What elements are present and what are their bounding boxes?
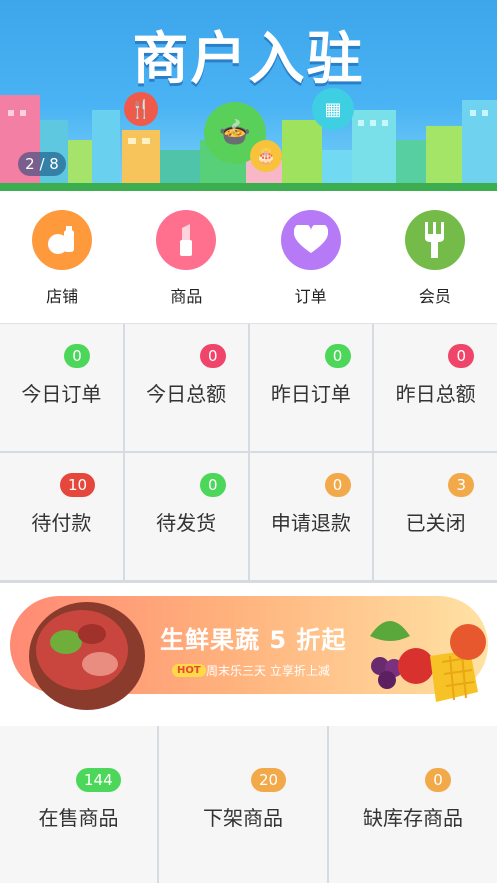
stat-label: 今日订单 — [21, 382, 102, 406]
stat-label: 昨日订单 — [270, 382, 351, 406]
goods-label: 下架商品 — [203, 806, 283, 830]
stat-label: 今日总额 — [146, 382, 227, 406]
promo-banner[interactable]: 生鲜果蔬 5 折起 HOT 周末乐三天 立享折上减 — [0, 584, 497, 726]
order-label: 申请退款 — [270, 511, 351, 535]
promo-subtitle: 周末乐三天 立享折上减 — [206, 664, 330, 678]
cutlery-pin-icon: 🍴 — [124, 92, 158, 126]
lipstick-icon — [156, 210, 217, 270]
goods-grid: 144 在售商品 20 下架商品 0 缺库存商品 — [0, 726, 497, 883]
goods-off-shelf[interactable]: 20 下架商品 — [159, 726, 327, 883]
count-badge: 144 — [76, 768, 121, 792]
quick-item-label: 商品 — [170, 287, 203, 306]
goods-out-of-stock[interactable]: 0 缺库存商品 — [329, 726, 497, 883]
order-refund-request[interactable]: 0 申请退款 — [249, 453, 373, 580]
quick-menu: 店铺 商品 订单 会员 — [0, 191, 497, 324]
quick-item-orders[interactable]: 订单 — [249, 191, 373, 323]
hero-banner[interactable]: 商户入驻 🍴 🍲 🎂 ▦ 2 / 8 — [0, 0, 497, 191]
count-badge: 0 — [425, 768, 451, 792]
banner-page-indicator: 2 / 8 — [18, 152, 66, 176]
count-badge: 20 — [251, 768, 287, 792]
building-pin-icon: ▦ — [312, 88, 354, 130]
stat-today-total[interactable]: 0 今日总额 — [124, 324, 248, 451]
hot-tag: HOT — [172, 664, 206, 677]
banner-title: 商户入驻 — [132, 27, 365, 92]
goods-label: 缺库存商品 — [363, 806, 463, 830]
count-badge: 0 — [448, 344, 475, 368]
quick-item-store[interactable]: 店铺 — [0, 191, 124, 323]
stat-today-orders[interactable]: 0 今日订单 — [0, 324, 123, 451]
order-label: 待付款 — [31, 511, 92, 535]
stats-grid: 0 今日订单 0 今日总额 0 昨日订单 0 昨日总额 10 待付款 0 待发货… — [0, 324, 497, 583]
fruit-illustration — [370, 621, 486, 702]
store-icon — [32, 210, 93, 270]
count-badge: 10 — [60, 473, 96, 497]
order-closed[interactable]: 3 已关闭 — [374, 453, 497, 580]
order-pending-payment[interactable]: 10 待付款 — [0, 453, 123, 580]
order-label: 已关闭 — [405, 511, 466, 535]
stat-yesterday-total[interactable]: 0 昨日总额 — [374, 324, 497, 451]
order-pending-shipment[interactable]: 0 待发货 — [124, 453, 248, 580]
quick-item-label: 订单 — [294, 287, 327, 306]
count-badge: 0 — [199, 473, 226, 497]
count-badge: 0 — [324, 344, 351, 368]
order-label: 待发货 — [156, 511, 217, 535]
promo-title: 生鲜果蔬 5 折起 — [160, 626, 347, 654]
quick-item-members[interactable]: 会员 — [373, 191, 497, 323]
count-badge: 3 — [448, 473, 475, 497]
quick-item-label: 会员 — [418, 287, 451, 306]
cake-pin-icon: 🎂 — [250, 140, 282, 172]
count-badge: 0 — [64, 344, 90, 368]
count-badge: 0 — [199, 344, 226, 368]
goods-on-sale[interactable]: 144 在售商品 — [0, 726, 157, 883]
quick-item-goods[interactable]: 商品 — [124, 191, 248, 323]
fork-icon — [404, 210, 465, 270]
quick-item-label: 店铺 — [46, 287, 79, 306]
count-badge: 0 — [324, 473, 351, 497]
goods-label: 在售商品 — [38, 806, 119, 830]
stat-label: 昨日总额 — [395, 382, 476, 406]
meat-platter-illustration — [29, 602, 145, 710]
heart-icon — [280, 210, 341, 270]
stat-yesterday-orders[interactable]: 0 昨日订单 — [249, 324, 373, 451]
